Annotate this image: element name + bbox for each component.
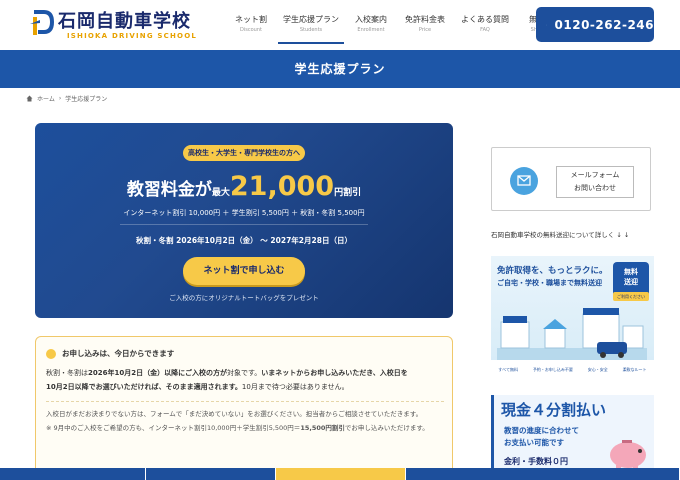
shuttle-banner-subtitle: ご自宅・学校・職場まで無料送迎 <box>497 279 602 287</box>
phone-number: 0120-262-246 <box>554 17 654 32</box>
installment-fee: 金利・手数料０円 <box>504 457 568 466</box>
bottom-action-bar <box>0 468 680 480</box>
bottom-action-2[interactable] <box>146 468 276 480</box>
phone-icon <box>546 24 547 25</box>
target-pill: 高校生・大学生・専門学校生の方へ <box>183 145 305 161</box>
logo-title[interactable]: 石岡自動車学校 <box>58 7 191 33</box>
notice-note: でお申し込みいただけます。 <box>344 424 429 432</box>
discount-breakdown: インターネット割引 10,000円 ＋ 学生割引 5,500円 ＋ 秋割・冬割 … <box>123 209 365 217</box>
feature-item: 予約・お申し込み不要 <box>532 366 573 372</box>
feature-item: すべて無料 <box>498 366 518 372</box>
campaign-headline: 教習料金が最大21,000円割引 <box>35 171 453 202</box>
nav-sublabel: Enrollment <box>357 27 385 33</box>
campaign-period: 秋割・冬割 2026年10月2日（金） 〜 2027年2月28日（日） <box>136 236 352 245</box>
bullet-icon <box>46 348 56 359</box>
shuttle-banner[interactable]: 免許取得を、もっとラクに。 ご自宅・学校・職場まで無料送迎 無料 送迎 ご利用く… <box>491 256 654 379</box>
mail-form-card[interactable]: メールフォーム お問い合わせ <box>491 147 651 211</box>
mail-form-label: メールフォーム お問い合わせ <box>556 166 634 198</box>
notice-note-emphasis: 15,500円割引 <box>300 424 345 432</box>
nav-sublabel: Discount <box>240 27 262 33</box>
shuttle-features: すべて無料 予約・お申し込み不要 安心・安全 柔軟なルート <box>491 360 654 379</box>
breadcrumb-home[interactable]: ホーム <box>37 94 55 103</box>
piggy-bank-icon <box>610 440 646 471</box>
notice-emphasis: 2026年10月2日（金）以降にご入校の方が <box>88 369 227 377</box>
shuttle-info-text: 石岡自動車学校の無料送迎について詳しく ↓ ↓ <box>491 231 630 239</box>
nav-label: 入校案内 <box>355 15 387 24</box>
notice-box: お申し込みは、今日からできます 秋割・冬割は2026年10月2日（金）以降にご入… <box>35 336 453 480</box>
mail-label-line: メールフォーム <box>570 171 620 179</box>
nav-label: 学生応援プラン <box>283 15 339 24</box>
bottom-action-1[interactable] <box>0 468 146 480</box>
shuttle-banner-title: 免許取得を、もっとラクに。 <box>497 266 608 276</box>
nav-item-faq[interactable]: よくある質問 FAQ <box>452 0 518 44</box>
nav-label: 免許料金表 <box>405 15 445 24</box>
nav-label: よくある質問 <box>461 15 509 24</box>
installment-line: 教習の進度に合わせて <box>504 426 579 435</box>
notice-small-text: 入校日がまだお決まりでない方は、フォームで「まだ決めていない」をお選びください。… <box>46 407 444 435</box>
notice-text: 10月まで待つ必要はありません。 <box>241 383 349 391</box>
campaign-divider <box>120 224 368 225</box>
mail-label-line: お問い合わせ <box>574 184 616 192</box>
headline-amount: 21,000 <box>229 171 335 202</box>
mail-icon <box>510 167 538 195</box>
nav-label: ネット割 <box>235 15 267 24</box>
installment-subtitle: 教習の進度に合わせて お支払い可能です <box>504 425 579 449</box>
installment-title: 現金４分割払い <box>501 401 607 419</box>
gift-note: ご入校の方にオリジナルトートバッグをプレゼント <box>169 294 319 302</box>
notice-divider <box>46 401 444 402</box>
site-header: 石岡自動車学校 ISHIOKA DRIVING SCHOOL ネット割 Disc… <box>0 0 680 50</box>
notice-emphasis: 10月2日以降でお選びいただければ、そのまま適用されます。 <box>46 383 242 391</box>
home-icon <box>26 95 33 102</box>
bottom-action-3[interactable] <box>276 468 406 480</box>
notice-text: 秋割・冬割は <box>46 369 88 377</box>
logo-icon[interactable] <box>30 8 54 38</box>
feature-item: 柔軟なルート <box>622 366 647 372</box>
nav-sublabel: FAQ <box>480 27 490 33</box>
installment-line: お支払い可能です <box>504 438 564 447</box>
nav-item-enrollment[interactable]: 入校案内 Enrollment <box>344 0 398 44</box>
page-title: 学生応援プラン <box>0 50 680 88</box>
headline-text: 教習料金が <box>126 180 212 200</box>
apply-online-button[interactable]: ネット割で申し込む <box>183 257 305 285</box>
notice-body: 秋割・冬割は2026年10月2日（金）以降にご入校の方が対象です。いまネットから… <box>46 366 444 394</box>
notice-heading: お申し込みは、今日からできます <box>46 348 174 359</box>
notice-heading-text: お申し込みは、今日からできます <box>62 349 175 358</box>
phone-button[interactable]: 0120-262-246 <box>536 7 654 42</box>
breadcrumb-current: 学生応援プラン <box>65 96 108 103</box>
nav-item-price[interactable]: 免許料金表 Price <box>398 0 452 44</box>
nav-item-students[interactable]: 学生応援プラン Students <box>278 0 344 44</box>
nav-item-discount[interactable]: ネット割 Discount <box>224 0 278 44</box>
notice-emphasis: いまネットからお申し込みいただき、入校日を <box>261 369 408 377</box>
logo-subtitle: ISHIOKA DRIVING SCHOOL <box>67 32 198 40</box>
headline-max: 最大 <box>211 188 230 198</box>
bottom-action-4[interactable] <box>406 468 680 480</box>
nav-sublabel: Students <box>299 27 323 33</box>
notice-note: 入校日がまだお決まりでない方は、フォームで「まだ決めていない」をお選びください。… <box>46 410 423 418</box>
feature-item: 安心・安全 <box>587 366 608 372</box>
notice-note: ※ 9月中のご入校をご希望の方も、インターネット割引10,000円＋学生割引5,… <box>46 424 301 432</box>
town-illustration <box>497 308 647 360</box>
headline-suffix: 円割引 <box>334 188 362 198</box>
notice-text: 対象です。 <box>226 369 262 377</box>
nav-sublabel: Price <box>418 27 432 33</box>
main-nav: ネット割 Discount 学生応援プラン Students 入校案内 Enro… <box>224 0 572 50</box>
breadcrumb: ホーム › 学生応援プラン <box>26 94 107 103</box>
badge-line: 送迎 <box>624 278 638 286</box>
breadcrumb-separator: › <box>58 95 62 102</box>
campaign-card: 高校生・大学生・専門学校生の方へ 教習料金が最大21,000円割引 インターネッ… <box>35 123 453 318</box>
badge-tag: ご利用ください <box>613 292 649 301</box>
badge-line: 無料 <box>624 268 638 276</box>
